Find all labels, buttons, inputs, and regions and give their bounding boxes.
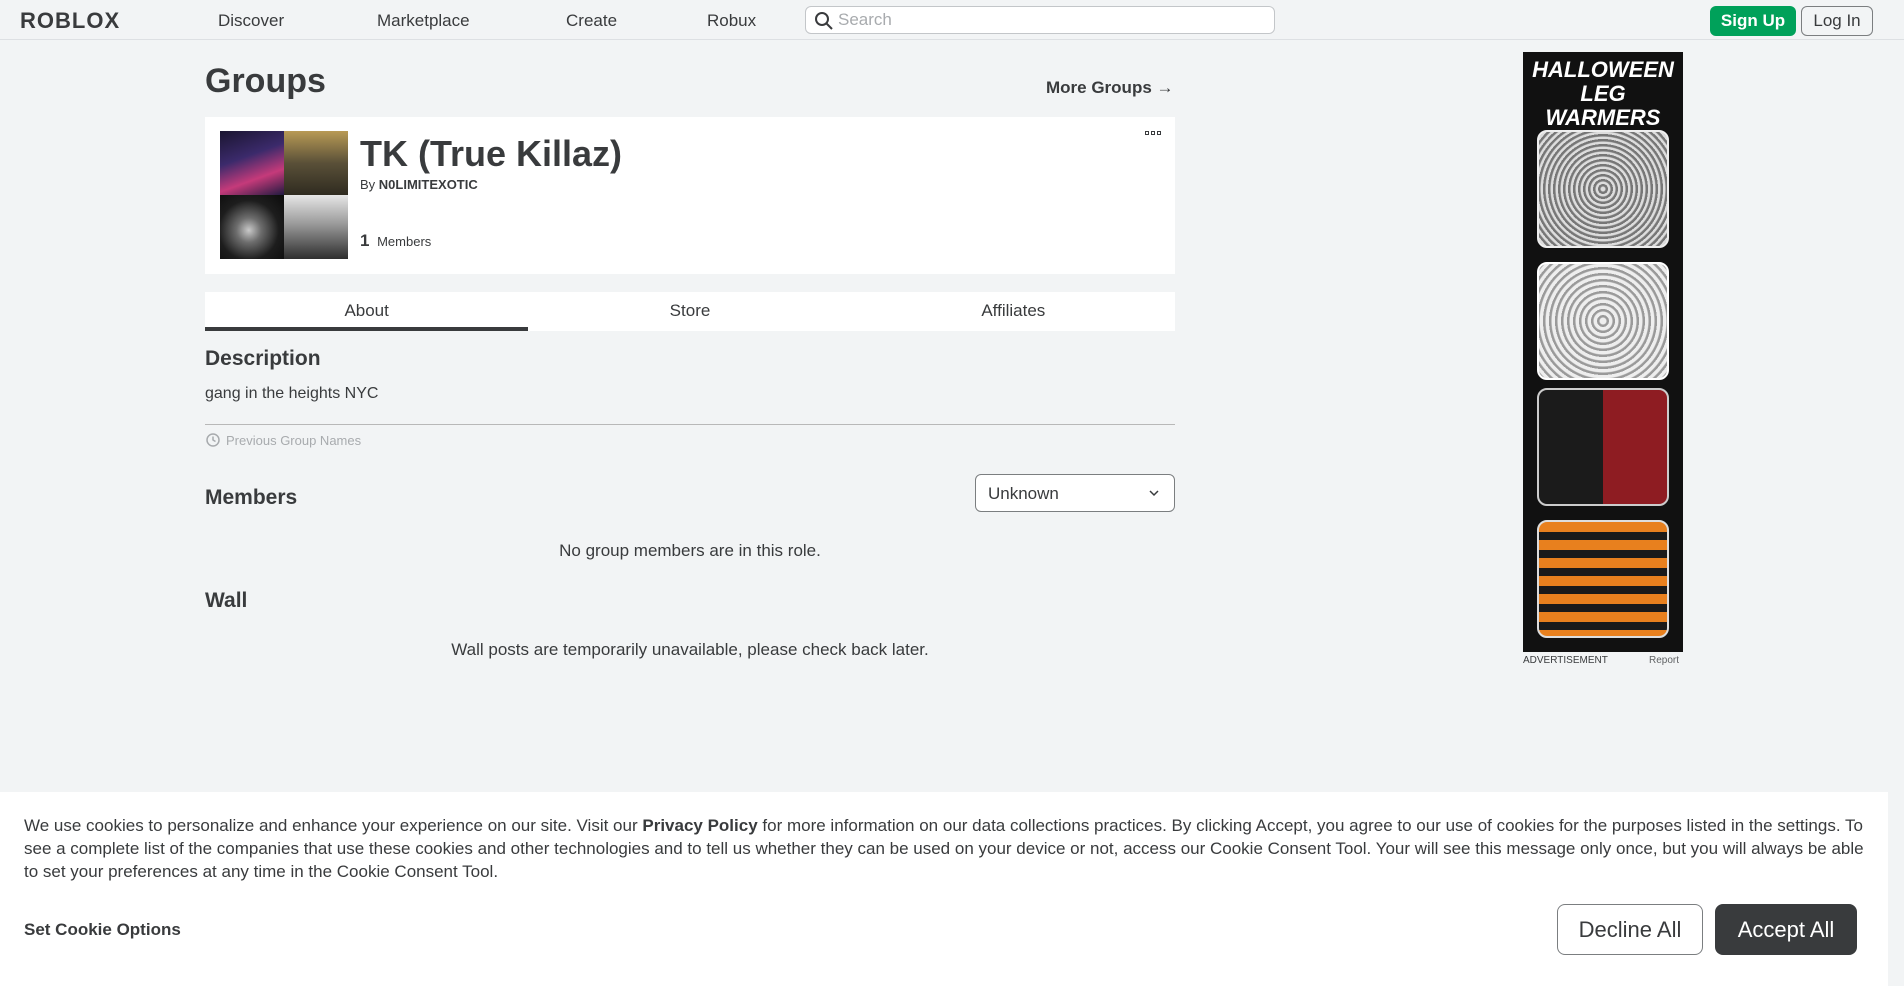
member-count: 1 Members [360, 231, 431, 251]
sign-up-button[interactable]: Sign Up [1710, 6, 1796, 36]
wall-heading: Wall [205, 589, 248, 612]
by-prefix: By [360, 177, 376, 192]
group-name: TK (True Killaz) [360, 133, 623, 174]
nav-link-create[interactable]: Create [566, 11, 617, 31]
search-input[interactable] [838, 10, 1258, 30]
tab-about[interactable]: About [205, 292, 529, 331]
privacy-policy-link[interactable]: Privacy Policy [642, 816, 757, 835]
log-in-button[interactable]: Log In [1801, 6, 1873, 36]
advertisement-banner[interactable]: HALLOWEEN LEG WARMERS [1523, 52, 1683, 652]
roblox-logo[interactable]: ROBLOX [20, 8, 120, 34]
more-groups-link[interactable]: More Groups → [1046, 78, 1174, 98]
member-count-number: 1 [360, 231, 370, 250]
cookie-consent-text: We use cookies to personalize and enhanc… [24, 814, 1874, 883]
group-description: gang in the heights NYC [205, 385, 379, 402]
accept-all-button[interactable]: Accept All [1715, 904, 1857, 955]
group-owner-line: By N0LIMITEXOTIC [360, 177, 478, 192]
tab-affiliates[interactable]: Affiliates [852, 292, 1175, 331]
wall-unavailable-message: Wall posts are temporarily unavailable, … [451, 640, 929, 659]
members-heading: Members [205, 486, 298, 509]
divider [205, 424, 1175, 425]
cookie-text-before: We use cookies to personalize and enhanc… [24, 816, 643, 835]
group-header-card: TK (True Killaz) By N0LIMITEXOTIC 1 Memb… [205, 117, 1175, 274]
group-emblem [220, 131, 348, 259]
ad-product-image [1537, 388, 1669, 506]
group-tabs: About Store Affiliates [205, 292, 1175, 331]
role-dropdown-value: Unknown [988, 484, 1059, 503]
ad-product-image [1537, 262, 1669, 380]
member-count-label: Members [377, 234, 432, 249]
report-ad-link[interactable]: Report [1649, 655, 1679, 666]
decline-all-button[interactable]: Decline All [1557, 904, 1703, 955]
no-members-message: No group members are in this role. [559, 541, 821, 560]
ad-title: HALLOWEEN LEG WARMERS [1523, 58, 1683, 130]
top-navigation: ROBLOX Discover Marketplace Create Robux… [0, 0, 1904, 40]
chevron-down-icon [1149, 490, 1159, 497]
nav-link-discover[interactable]: Discover [218, 11, 284, 31]
search-icon [815, 12, 833, 30]
group-owner-link[interactable]: N0LIMITEXOTIC [379, 177, 478, 192]
nav-link-robux[interactable]: Robux [707, 11, 756, 31]
ad-product-image [1537, 520, 1669, 638]
cookie-consent-banner: We use cookies to personalize and enhanc… [0, 792, 1888, 986]
ad-title-line2: LEG WARMERS [1545, 81, 1661, 130]
role-dropdown[interactable]: Unknown [975, 474, 1175, 512]
tab-store[interactable]: Store [528, 292, 851, 331]
previous-group-names-label: Previous Group Names [226, 432, 362, 448]
nav-link-marketplace[interactable]: Marketplace [377, 11, 470, 31]
ad-title-line1: HALLOWEEN [1532, 57, 1674, 82]
set-cookie-options-link[interactable]: Set Cookie Options [24, 920, 181, 940]
history-icon [206, 433, 220, 447]
ad-product-image [1537, 130, 1669, 248]
more-options-icon[interactable] [1145, 131, 1163, 141]
search-box [805, 6, 1275, 34]
page-title: Groups [205, 62, 326, 100]
description-heading: Description [205, 347, 321, 370]
previous-group-names-link[interactable]: Previous Group Names [205, 432, 361, 448]
advertisement-label: ADVERTISEMENT [1523, 655, 1608, 666]
